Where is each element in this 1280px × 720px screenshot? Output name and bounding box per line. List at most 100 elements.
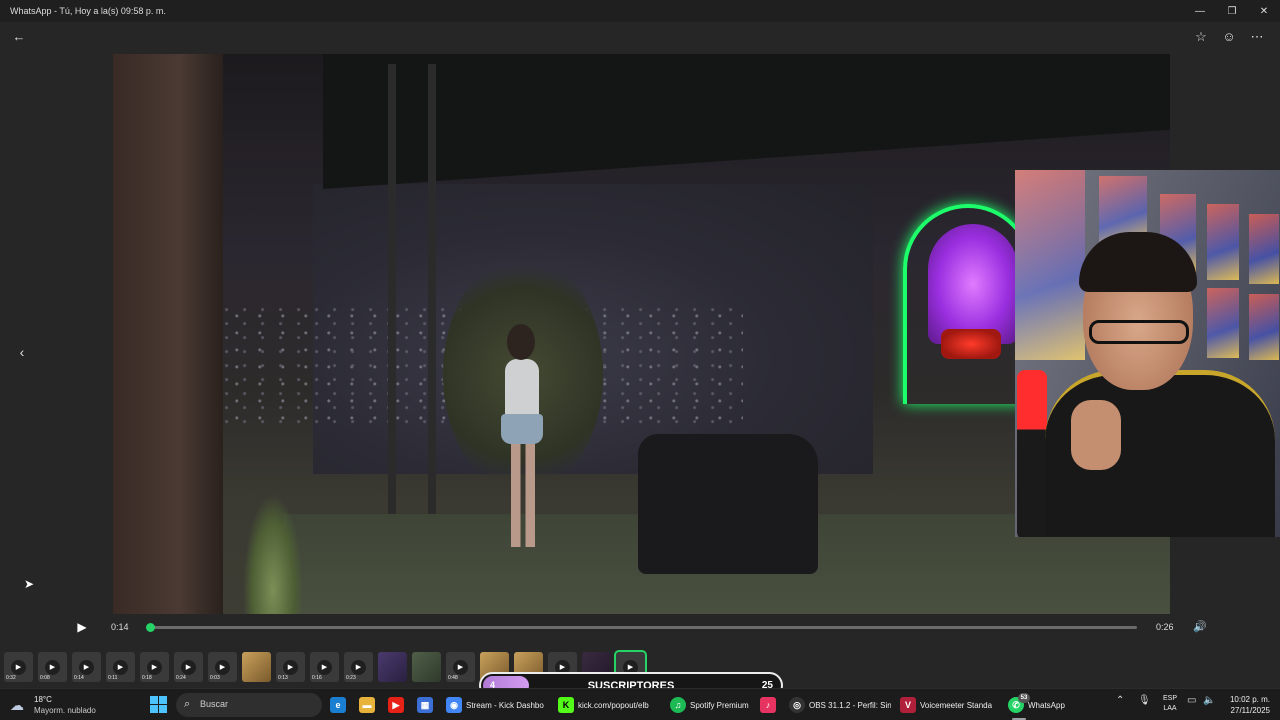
media-thumbnail[interactable] — [242, 652, 271, 682]
tray-chevron-up-icon[interactable]: ⌃ — [1116, 695, 1124, 706]
back-arrow-icon[interactable]: ← — [10, 28, 28, 46]
taskbar-edge-icon[interactable]: e — [330, 695, 346, 715]
thumbnail-duration: 0:13 — [278, 675, 288, 681]
video-neon-red — [941, 329, 1001, 359]
minimize-button[interactable]: — — [1184, 0, 1216, 22]
thumbnail-duration: 0:24 — [176, 675, 186, 681]
media-thumbnail[interactable]: ▶ 0:13 — [276, 652, 305, 682]
weather-widget[interactable]: ☁ 18°C Mayorm. nublado — [8, 693, 118, 717]
media-thumbnail[interactable]: ▶ 0:08 — [38, 652, 67, 682]
player-controls: ▶ 0:14 0:26 🔊 — [66, 614, 1216, 640]
play-circle-icon: ▶ — [215, 659, 230, 675]
emoji-reaction-icon[interactable]: ☺ — [1220, 28, 1238, 46]
spotify-icon: ♫ — [670, 697, 686, 713]
media-thumbnail[interactable] — [378, 652, 407, 682]
current-time: 0:14 — [111, 622, 129, 632]
video-girl-legs — [511, 442, 535, 547]
volume-icon[interactable]: 🔊 — [1192, 619, 1208, 635]
title-bar: WhatsApp - Tú, Hoy a la(s) 09:58 p. m. —… — [0, 0, 1280, 22]
voicemeeter-icon: V — [900, 697, 916, 713]
taskbar-folder-icon[interactable]: ▬ — [359, 695, 375, 715]
viewer-actions: ☆ ☺ ⋯ — [1192, 28, 1266, 46]
media-thumbnail[interactable]: ▶ 0:14 — [72, 652, 101, 682]
taskbar-app-obs[interactable]: ◎ OBS 31.1.2 - Perfil: Sin — [789, 695, 891, 715]
media-thumbnail[interactable]: ▶ 0:03 — [208, 652, 237, 682]
tray-microphone-icon[interactable]: 🎙 — [1138, 695, 1151, 706]
notification-badge: 53 — [1018, 693, 1030, 703]
taskbar-app-label: Spotify Premium — [690, 700, 749, 710]
thumbnail-duration: 0:03 — [210, 675, 220, 681]
keyboard-layout: LAA — [1163, 705, 1177, 712]
taskbar-app-whatsapp[interactable]: ✆ 53 WhatsApp — [1008, 693, 1070, 720]
play-circle-icon: ▶ — [79, 659, 94, 675]
taskbar-app-voicemeeter[interactable]: V Voicemeeter Standa — [900, 695, 998, 715]
taskbar-youtube-icon[interactable]: ▶ — [388, 695, 404, 715]
media-thumbnail[interactable] — [412, 652, 441, 682]
video-neon-arc — [903, 204, 1033, 404]
thumbnail-duration: 0:18 — [142, 675, 152, 681]
play-icon[interactable]: ▶ — [74, 619, 90, 635]
windows-start-icon[interactable] — [150, 696, 167, 713]
thumbnail-duration: 0:32 — [6, 675, 16, 681]
thumbnail-duration: 0:16 — [312, 675, 322, 681]
tray-network-icon[interactable]: ▭ — [1187, 695, 1196, 706]
play-circle-icon: ▶ — [147, 659, 162, 675]
video-plant — [243, 494, 303, 614]
media-thumbnail[interactable]: ▶ 0:11 — [106, 652, 135, 682]
video-frame[interactable] — [113, 54, 1170, 614]
play-circle-icon: ▶ — [317, 659, 332, 675]
thumbnail-duration: 0:48 — [448, 675, 458, 681]
play-circle-icon: ▶ — [351, 659, 366, 675]
cloud-icon: ☁ — [10, 697, 24, 713]
media-thumbnail[interactable]: ▶ 0:48 — [446, 652, 475, 682]
close-button[interactable]: ✕ — [1248, 0, 1280, 22]
chrome-icon: ◉ — [446, 697, 462, 713]
media-thumbnail[interactable]: ▶ 0:23 — [344, 652, 373, 682]
maximize-button[interactable]: ❐ — [1216, 0, 1248, 22]
language-code: ESP — [1162, 695, 1177, 702]
video-roof — [323, 54, 1170, 189]
video-left-wall — [113, 54, 223, 614]
windows-taskbar: ☁ 18°C Mayorm. nublado ⌕ Buscar e ▬ ▶ ▦ … — [0, 688, 1280, 720]
media-thumbnail[interactable]: ▶ 0:32 — [4, 652, 33, 682]
taskbar-app-label: kick.com/popout/elb — [578, 700, 649, 710]
clock-time: 10:02 p. m. — [1229, 695, 1270, 704]
thumbnail-duration: 0:11 — [108, 675, 118, 681]
media-thumbnail[interactable]: ▶0:18 — [140, 652, 169, 682]
play-circle-icon: ▶ — [113, 659, 128, 675]
language-indicator[interactable]: ESP LAA — [1160, 694, 1180, 714]
video-girl-skirt — [501, 414, 543, 444]
taskbar-app-label: OBS 31.1.2 - Perfil: Sin — [809, 700, 891, 710]
taskbar-tiktok-icon[interactable]: ♪ — [760, 695, 776, 715]
video-girl-head — [507, 324, 535, 360]
taskbar-store-icon[interactable]: ▦ — [417, 695, 433, 715]
seek-bar[interactable] — [146, 623, 1137, 632]
kick-icon: K — [558, 697, 574, 713]
whatsapp-icon: ✆ 53 — [1008, 693, 1030, 713]
more-options-icon[interactable]: ⋯ — [1248, 28, 1266, 46]
search-icon: ⌕ — [184, 698, 191, 710]
thumbnail-duration: 0:14 — [74, 675, 84, 681]
previous-media-icon[interactable]: ‹ — [12, 342, 32, 362]
media-thumbnail[interactable]: ▶ 0:16 — [310, 652, 339, 682]
taskbar-search-input[interactable]: ⌕ Buscar — [176, 693, 322, 717]
play-circle-icon: ▶ — [283, 659, 298, 675]
webcam-microphone — [1017, 370, 1047, 537]
mouse-cursor-icon: ➤ — [24, 577, 35, 591]
tray-volume-icon[interactable]: 🔈 — [1203, 695, 1215, 706]
window-controls: — ❐ ✕ — [1184, 0, 1280, 22]
thumbnail-duration: 0:08 — [40, 675, 50, 681]
weather-temperature: 18°C — [34, 695, 52, 704]
window-title: WhatsApp - Tú, Hoy a la(s) 09:58 p. m. — [10, 6, 166, 16]
taskbar-app-kick[interactable]: K kick.com/popout/elb — [558, 695, 660, 715]
seek-bar-knob[interactable] — [146, 623, 155, 632]
thumbnail-duration: 0:23 — [346, 675, 356, 681]
weather-description: Mayorm. nublado — [34, 706, 96, 715]
taskbar-clock[interactable]: 10:02 p. m. 27/11/2025 — [1222, 694, 1270, 716]
media-thumbnail[interactable]: ▶ 0:24 — [174, 652, 203, 682]
star-icon[interactable]: ☆ — [1192, 28, 1210, 46]
play-circle-icon: ▶ — [181, 659, 196, 675]
clock-date: 27/11/2025 — [1230, 706, 1270, 715]
taskbar-app-spotify[interactable]: ♫ Spotify Premium — [670, 695, 750, 715]
taskbar-app-chrome[interactable]: ◉ Stream - Kick Dashbo — [446, 695, 552, 715]
